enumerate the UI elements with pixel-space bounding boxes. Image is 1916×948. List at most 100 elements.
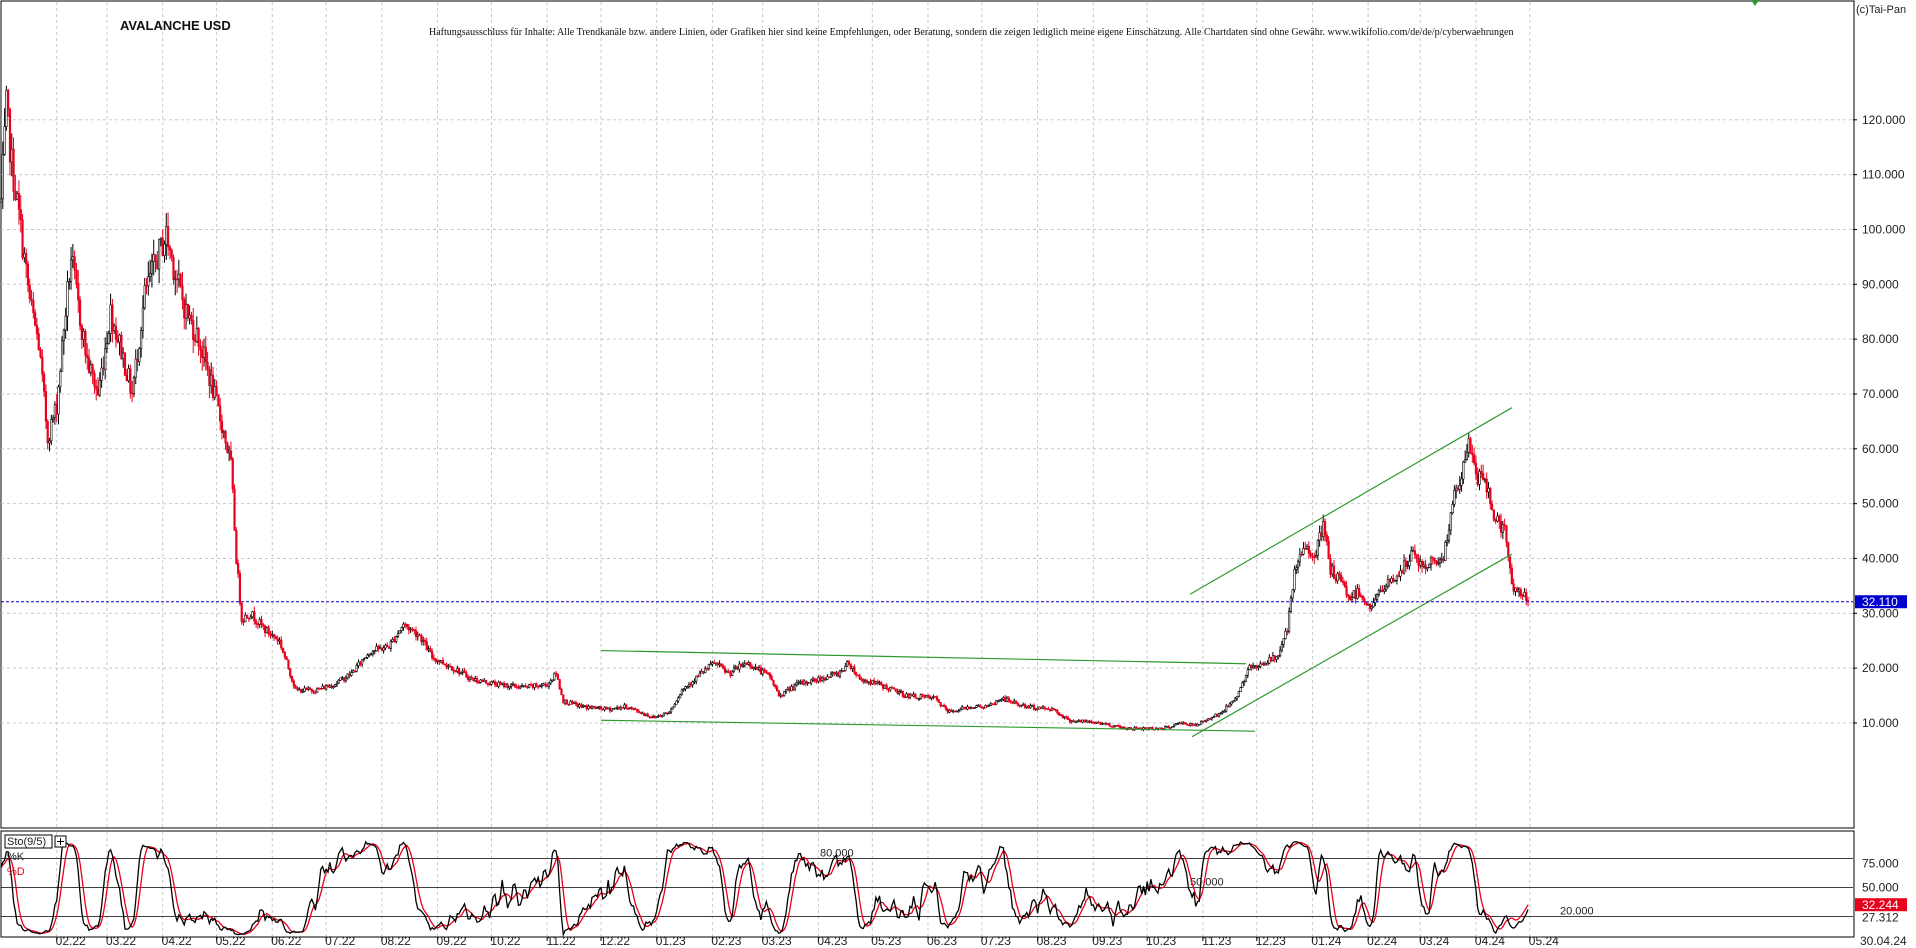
candle-body xyxy=(1027,705,1030,709)
candle-body xyxy=(860,678,863,681)
candle-body xyxy=(14,191,17,201)
candle-body xyxy=(1070,720,1073,723)
candle-body xyxy=(901,690,904,697)
candle-body xyxy=(502,682,506,688)
candle-body xyxy=(1304,548,1307,550)
candle-body xyxy=(193,339,197,342)
candle-body xyxy=(414,630,418,637)
candle-body xyxy=(1013,700,1016,703)
candle-body xyxy=(1307,546,1310,554)
candle-body xyxy=(1164,726,1167,730)
candle-body xyxy=(632,708,635,710)
candle-body xyxy=(145,285,148,287)
candle-body xyxy=(405,623,409,627)
candle-body xyxy=(50,419,53,442)
candle-body xyxy=(131,392,134,395)
candle-body xyxy=(73,256,76,271)
time-tick-label: 01.23 xyxy=(656,934,686,948)
candle-body xyxy=(1111,726,1115,728)
candle-body xyxy=(678,694,682,699)
candle-body xyxy=(1309,552,1312,557)
candle-body xyxy=(159,237,162,240)
candle-body xyxy=(650,716,653,719)
candle-body xyxy=(1230,701,1233,705)
candle-body xyxy=(32,300,35,314)
candle-body xyxy=(1072,720,1075,723)
candle-body xyxy=(522,685,525,687)
candle-body xyxy=(1059,714,1063,717)
price-tick-label: 90.000 xyxy=(1862,277,1899,291)
candle-body xyxy=(1138,727,1142,730)
candle-body xyxy=(788,687,791,692)
candle-body xyxy=(422,640,425,642)
candle-body xyxy=(402,623,405,628)
candle-body xyxy=(474,678,477,682)
candle-body xyxy=(846,661,849,667)
candle-body xyxy=(1259,663,1262,667)
candle-body xyxy=(926,694,930,697)
candle-body xyxy=(716,662,719,665)
candle-body xyxy=(461,670,464,673)
candle-body xyxy=(39,349,42,358)
candle-body xyxy=(1370,606,1373,609)
candle-body xyxy=(815,680,818,683)
candle-body xyxy=(1241,682,1244,688)
candle-body xyxy=(287,659,290,670)
candle-body xyxy=(1492,509,1495,521)
candle-body xyxy=(1507,541,1510,557)
candle-body xyxy=(1264,663,1267,666)
candle-body xyxy=(427,648,430,651)
candle-body xyxy=(943,704,946,707)
candle-body xyxy=(219,405,222,422)
candle-body xyxy=(400,627,403,631)
candle-body xyxy=(761,669,764,675)
candle-body xyxy=(445,664,448,667)
price-tick-label: 70.000 xyxy=(1862,387,1899,401)
candle-body xyxy=(53,404,56,419)
candle-body xyxy=(1248,665,1251,670)
candle-body xyxy=(1401,570,1404,574)
candle-body xyxy=(452,669,455,672)
candle-body xyxy=(294,686,297,689)
candle-body xyxy=(308,687,312,690)
candle-body xyxy=(885,684,888,689)
candle-body xyxy=(1201,720,1204,723)
candle-body xyxy=(713,662,716,664)
candle-body xyxy=(1198,723,1201,726)
candle-body xyxy=(1205,719,1208,722)
candle-body xyxy=(267,627,270,635)
candle-body xyxy=(5,89,8,127)
candle-body xyxy=(732,667,736,673)
candle-body xyxy=(686,686,689,688)
candle-body xyxy=(292,680,295,687)
candle-body xyxy=(1119,725,1122,729)
candle-body xyxy=(78,299,82,326)
candle-body xyxy=(107,333,110,345)
candle-body xyxy=(1444,541,1447,561)
candle-body xyxy=(781,694,784,697)
candle-body xyxy=(111,304,114,331)
candle-body xyxy=(1216,713,1219,717)
candle-body xyxy=(828,676,831,679)
candle-body xyxy=(1169,727,1172,729)
candle-body xyxy=(1428,563,1431,568)
candle-body xyxy=(1,154,4,200)
candle-body xyxy=(855,672,858,676)
candle-body xyxy=(617,706,621,710)
candle-body xyxy=(260,619,263,626)
candle-body xyxy=(132,377,136,394)
time-tick-label: 11.23 xyxy=(1202,934,1231,948)
candle-body xyxy=(806,682,809,684)
candle-body xyxy=(441,660,445,665)
candle-body xyxy=(1379,590,1382,592)
candle-body xyxy=(991,703,994,706)
candle-body xyxy=(51,417,55,420)
candle-body xyxy=(540,685,543,687)
candle-body xyxy=(1088,721,1091,723)
candle-body xyxy=(1086,720,1089,723)
candle-body xyxy=(296,687,299,690)
candle-body xyxy=(881,684,885,689)
candle-body xyxy=(332,686,335,688)
candle-body xyxy=(384,644,387,649)
candle-body xyxy=(878,682,881,684)
